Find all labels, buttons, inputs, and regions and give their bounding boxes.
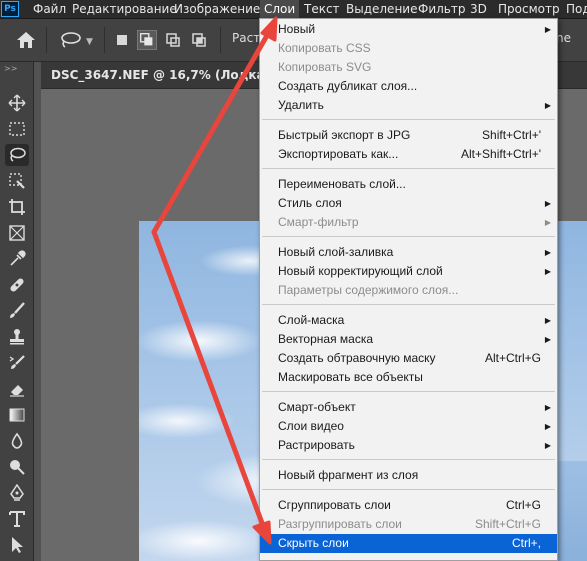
menu-item-new-fill-layer[interactable]: Новый слой-заливка ▶ — [260, 243, 557, 262]
menu-image[interactable]: Изображение — [170, 0, 264, 18]
crop-icon[interactable] — [5, 196, 29, 218]
layers-menu: Новый ▶ Копировать CSS Копировать SVG Со… — [259, 18, 558, 561]
brush-icon[interactable] — [5, 300, 29, 322]
menu-window[interactable]: Под — [562, 0, 587, 18]
menu-item-duplicate-layer[interactable]: Создать дубликат слоя... — [260, 77, 557, 96]
submenu-arrow-icon: ▶ — [544, 199, 551, 208]
divider — [46, 27, 47, 53]
submenu-arrow-icon: ▶ — [544, 25, 551, 34]
menu-item-rasterize[interactable]: Растрировать ▶ — [260, 436, 557, 455]
submenu-arrow-icon: ▶ — [544, 218, 551, 227]
stamp-icon[interactable] — [5, 326, 29, 348]
eyedropper-icon[interactable] — [5, 248, 29, 270]
menu-item-layer-style[interactable]: Стиль слоя ▶ — [260, 194, 557, 213]
photoshop-logo: Ps — [1, 1, 19, 17]
menu-item-layer-content-options: Параметры содержимого слоя... — [278, 283, 459, 297]
submenu-arrow-icon: ▶ — [544, 335, 551, 344]
move-icon[interactable] — [5, 92, 29, 114]
menu-item-create-clipping-mask[interactable]: Создать обтравочную маску Alt+Ctrl+G — [260, 349, 557, 368]
intersect-selection-icon[interactable] — [189, 30, 209, 50]
menu-item-smart-object[interactable]: Смарт-объект ▶ — [260, 398, 557, 417]
menu-file[interactable]: Файл — [29, 0, 70, 18]
shortcut-label: Shift+Ctrl+' — [482, 128, 541, 142]
menu-item-new-slice-from-layer[interactable]: Новый фрагмент из слоя — [260, 466, 557, 485]
menu-separator — [262, 119, 555, 120]
menu-item-ungroup-layers: Разгруппировать слои Shift+Ctrl+G — [260, 515, 557, 534]
submenu-arrow-icon: ▶ — [544, 248, 551, 257]
menu-item-copy-svg: Копировать SVG — [278, 60, 372, 74]
menu-separator — [262, 391, 555, 392]
menu-item-copy-css: Копировать CSS — [278, 41, 371, 55]
submenu-arrow-icon: ▶ — [544, 267, 551, 276]
menu-separator — [262, 459, 555, 460]
menu-separator — [262, 489, 555, 490]
blur-icon[interactable] — [5, 430, 29, 452]
document-title: DSC_3647.NEF @ 16,7% (Лодка, R — [51, 68, 283, 82]
submenu-arrow-icon: ▶ — [544, 101, 551, 110]
menu-item-smart-filter: Смарт-фильтр ▶ — [260, 213, 557, 232]
menu-item-mask-all-objects[interactable]: Маскировать все объекты — [260, 368, 557, 387]
chevron-down-icon[interactable]: ▼ — [86, 37, 93, 47]
submenu-arrow-icon: ▶ — [544, 422, 551, 431]
menu-item-group-layers[interactable]: Сгруппировать слои Ctrl+G — [260, 496, 557, 515]
gradient-icon[interactable] — [5, 404, 29, 426]
image-region — [557, 461, 587, 561]
shortcut-label: Alt+Shift+Ctrl+' — [461, 147, 541, 161]
divider — [220, 27, 221, 53]
menu-item-hide-layers[interactable]: Скрыть слои Ctrl+, — [260, 534, 557, 553]
menu-item-new-adjustment-layer[interactable]: Новый корректирующий слой ▶ — [260, 262, 557, 281]
menu-select[interactable]: Выделение — [342, 0, 421, 18]
menu-item-export-as[interactable]: Экспортировать как... Alt+Shift+Ctrl+' — [260, 145, 557, 164]
new-selection-icon[interactable] — [112, 30, 132, 50]
healing-icon[interactable] — [5, 274, 29, 296]
submenu-arrow-icon: ▶ — [544, 441, 551, 450]
menu-separator — [262, 168, 555, 169]
menu-item-vector-mask[interactable]: Векторная маска ▶ — [260, 330, 557, 349]
menu-item-video-layers[interactable]: Слои видео ▶ — [260, 417, 557, 436]
pen-icon[interactable] — [5, 482, 29, 504]
shortcut-label: Ctrl+, — [511, 536, 541, 550]
shortcut-label: Alt+Ctrl+G — [484, 351, 541, 365]
menu-item-quick-export[interactable]: Быстрый экспорт в JPG Shift+Ctrl+' — [260, 126, 557, 145]
menu-view[interactable]: Просмотр — [494, 0, 564, 18]
menu-edit[interactable]: Редактирование — [68, 0, 181, 18]
history-brush-icon[interactable] — [5, 352, 29, 374]
menu-item-new[interactable]: Новый ▶ — [260, 20, 557, 39]
add-selection-icon[interactable] — [137, 30, 157, 50]
submenu-arrow-icon: ▶ — [544, 403, 551, 412]
submenu-arrow-icon: ▶ — [544, 316, 551, 325]
home-icon[interactable] — [16, 31, 36, 49]
divider — [104, 27, 105, 53]
menu-filter[interactable]: Фильтр — [414, 0, 469, 18]
quick-select-icon[interactable] — [5, 170, 29, 192]
shortcut-label: Shift+Ctrl+G — [474, 517, 541, 531]
dodge-icon[interactable] — [5, 456, 29, 478]
collapse-panel-icon[interactable]: >> — [4, 64, 17, 73]
rasterize-label: Раст — [232, 31, 261, 45]
menu-3d[interactable]: 3D — [466, 0, 491, 18]
type-icon[interactable] — [5, 508, 29, 530]
menu-layers[interactable]: Слои — [260, 0, 300, 18]
menu-type[interactable]: Текст — [300, 0, 344, 18]
options-right-label: ne — [556, 31, 571, 45]
lasso-icon[interactable] — [5, 144, 29, 166]
frame-icon[interactable] — [5, 222, 29, 244]
menu-separator — [262, 236, 555, 237]
eraser-icon[interactable] — [5, 378, 29, 400]
menu-item-delete[interactable]: Удалить ▶ — [260, 96, 557, 115]
tools-panel: >> — [0, 62, 34, 561]
lasso-tool-preset-icon[interactable] — [58, 31, 82, 49]
path-select-icon[interactable] — [5, 534, 29, 556]
shortcut-label: Ctrl+G — [505, 498, 541, 512]
menu-separator — [262, 304, 555, 305]
subtract-selection-icon[interactable] — [163, 30, 183, 50]
menu-item-rename-layer[interactable]: Переименовать слой... — [260, 175, 557, 194]
menu-item-layer-mask[interactable]: Слой-маска ▶ — [260, 311, 557, 330]
marquee-icon[interactable] — [5, 118, 29, 140]
menu-bar: Ps Файл Редактирование Изображение Слои … — [0, 0, 587, 19]
